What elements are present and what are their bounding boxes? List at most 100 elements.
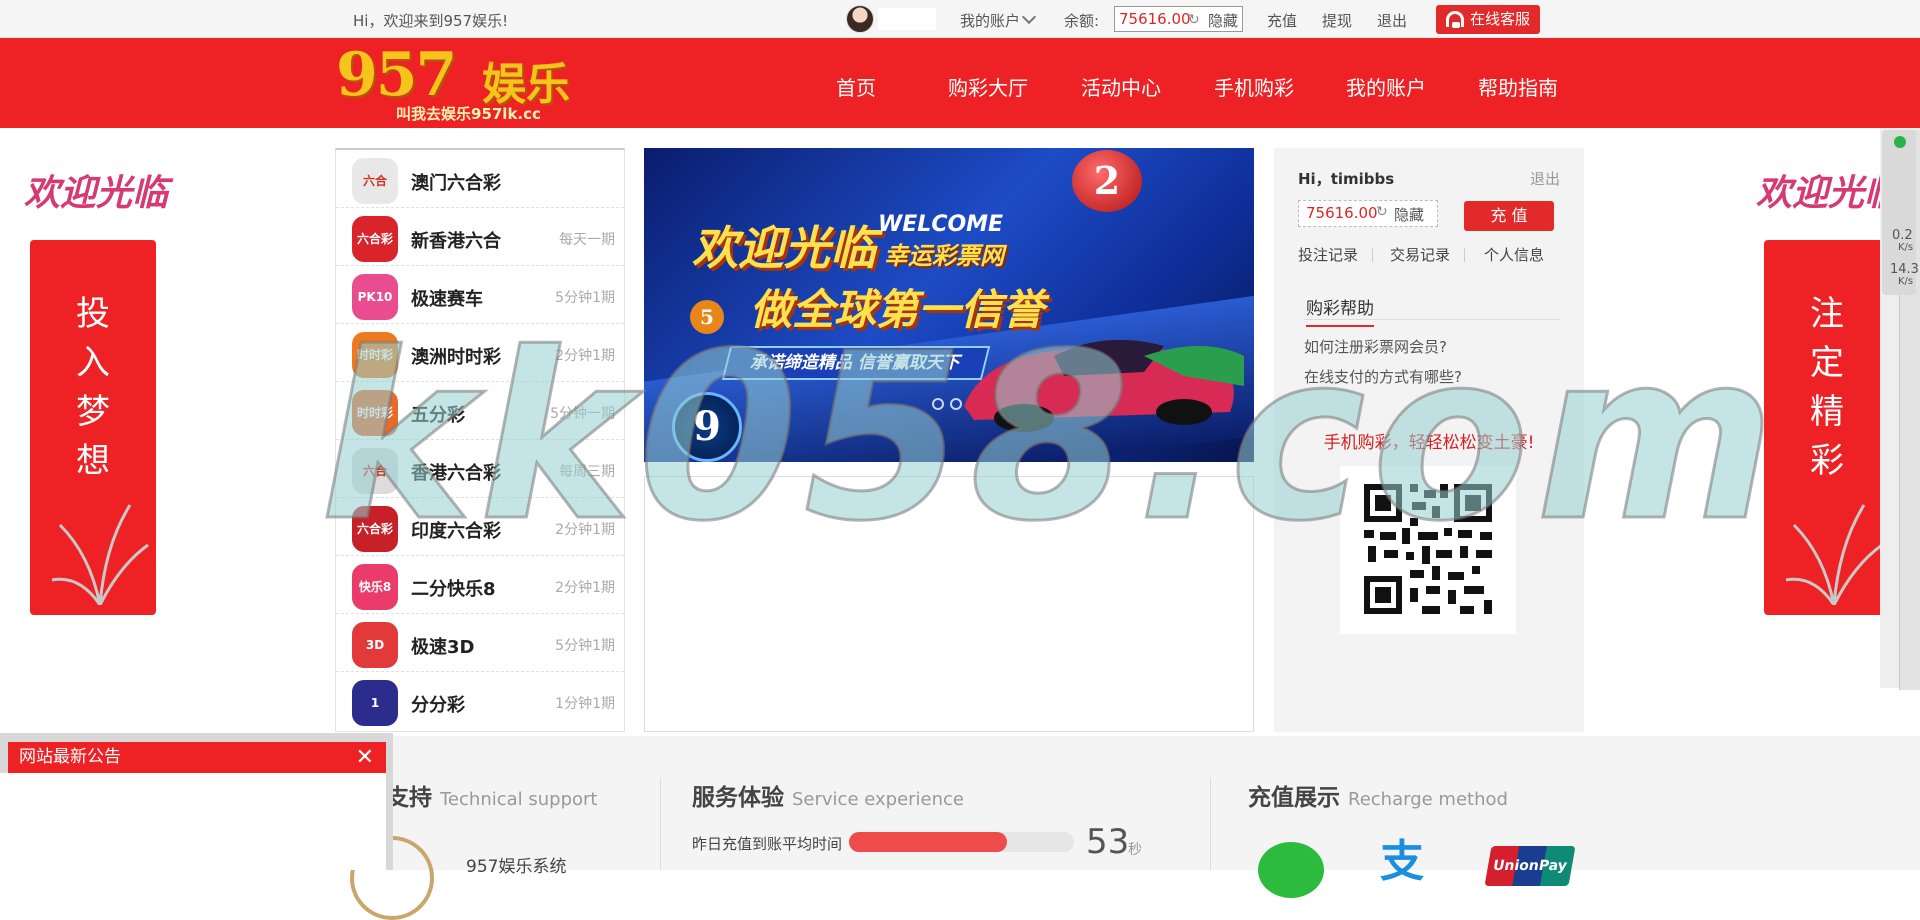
balance-value: 75616.00 (1119, 10, 1191, 28)
bet-records-link[interactable]: 投注记录 (1298, 244, 1358, 265)
lottery-list: 六合 澳门六合彩 六合彩 新香港六合 每天一期 PK10 极速赛车 5分钟1期 … (335, 148, 625, 732)
divider (1210, 778, 1211, 870)
orchid-decoration (1785, 504, 1883, 605)
left-char-4: 想 (76, 441, 110, 481)
lottery-name: 分分彩 (411, 695, 465, 716)
left-char-2: 入 (76, 343, 110, 383)
close-icon[interactable]: ✕ (356, 742, 374, 773)
online-service-button[interactable]: 在线客服 (1436, 5, 1540, 34)
help-title: 购彩帮助 (1306, 294, 1374, 327)
carousel-dot[interactable] (932, 398, 944, 410)
right-welcome-badge: 欢迎光临 (1756, 172, 1901, 214)
race-car-image (964, 339, 1244, 432)
recharge-title-en: Recharge method (1348, 789, 1508, 810)
lottery-name: 极速3D (411, 637, 475, 658)
lottery-name: 香港六合彩 (411, 463, 501, 484)
left-char-1: 投 (76, 294, 110, 334)
system-label: 957娱乐系统 (466, 857, 567, 877)
refresh-icon[interactable]: ↻ (1376, 204, 1388, 220)
lottery-icon: 六合 (352, 448, 398, 494)
right-side-banner[interactable]: 注 定 精 彩 (1764, 240, 1890, 615)
notice-body (0, 773, 386, 870)
lottery-frequency: 5分钟1期 (555, 290, 615, 306)
status-dot-icon (1894, 136, 1906, 148)
lottery-icon: 六合 (352, 158, 398, 204)
lottery-item[interactable]: 时时彩 澳洲时时彩 2分钟1期 (336, 324, 624, 382)
profile-link[interactable]: 个人信息 (1484, 244, 1544, 265)
logout-link[interactable]: 退出 (1377, 10, 1407, 31)
headset-icon (1446, 11, 1464, 28)
welcome-text: Hi，欢迎来到957娱乐! (353, 12, 509, 30)
nav-help-guide[interactable]: 帮助指南 (1478, 72, 1558, 101)
lottery-icon: 六合彩 (352, 506, 398, 552)
banner-title: 欢迎光临 (692, 221, 876, 275)
main-header: 957 娱乐 叫我去娱乐957lk.cc 首页 购彩大厅 活动中心 手机购彩 我… (0, 38, 1920, 128)
username-box (878, 8, 936, 30)
left-side-banner[interactable]: 投 入 梦 想 (30, 240, 156, 615)
recharge-time-bar-fill (849, 832, 1007, 852)
balance-label: 余额: (1064, 12, 1100, 30)
my-account-menu[interactable]: 我的账户 (960, 10, 1020, 31)
chevron-down-icon[interactable] (1021, 9, 1037, 25)
nav-home[interactable]: 首页 (836, 72, 876, 101)
lottery-item[interactable]: 六合 香港六合彩 每周三期 (336, 440, 624, 498)
logo-number: 957 (336, 40, 457, 110)
lottery-item[interactable]: 3D 极速3D 5分钟1期 (336, 614, 624, 672)
network-speed-widget: 0.2 K/s 14.3 K/s (1882, 130, 1919, 295)
speed-unit: K/s (1898, 242, 1914, 253)
withdraw-link[interactable]: 提现 (1322, 10, 1352, 31)
lottery-item[interactable]: 1 分分彩 1分钟1期 (336, 672, 624, 730)
refresh-icon[interactable]: ↻ (1188, 12, 1200, 28)
lottery-name: 极速赛车 (411, 289, 483, 310)
divider (660, 778, 661, 870)
lottery-item[interactable]: PK10 极速赛车 5分钟1期 (336, 266, 624, 324)
lottery-item[interactable]: 六合彩 印度六合彩 2分钟1期 (336, 498, 624, 556)
user-avatar[interactable] (846, 5, 874, 33)
lottery-item[interactable]: 六合 澳门六合彩 (336, 150, 624, 208)
nav-lottery-hall[interactable]: 购彩大厅 (948, 72, 1028, 101)
divider (1372, 248, 1373, 262)
lottery-frequency: 1分钟1期 (555, 696, 615, 712)
lottery-icon: 时时彩 (352, 332, 398, 378)
ball-icon: 5 (690, 300, 724, 334)
panel-hide-link[interactable]: 隐藏 (1394, 204, 1424, 225)
right-char-3: 精 (1810, 392, 1844, 432)
lottery-item[interactable]: 时时彩 五分彩 5分钟一期 (336, 382, 624, 440)
hide-balance-link[interactable]: 隐藏 (1208, 10, 1238, 31)
qr-code-image (1340, 466, 1516, 634)
alipay-icon[interactable]: 支 (1380, 840, 1430, 884)
right-char-1: 注 (1810, 294, 1844, 334)
lottery-frequency: 每周三期 (559, 464, 615, 480)
panel-logout-link[interactable]: 退出 (1530, 168, 1560, 189)
lottery-name: 新香港六合 (411, 231, 501, 252)
carousel-dot[interactable] (950, 398, 962, 410)
upload-speed: 0.2 (1892, 228, 1913, 243)
lottery-name: 二分快乐8 (411, 579, 496, 600)
lottery-name: 印度六合彩 (411, 521, 501, 542)
support-title-en: Technical support (440, 789, 598, 810)
right-char-4: 彩 (1810, 441, 1844, 481)
left-char-3: 梦 (76, 392, 110, 432)
panel-balance-value: 75616.00 (1306, 204, 1378, 222)
user-panel: Hi，timibbs 退出 75616.00 ↻ 隐藏 充 值 投注记录 交易记… (1274, 148, 1584, 732)
lottery-item[interactable]: 快乐8 二分快乐8 2分钟1期 (336, 556, 624, 614)
nav-activity-center[interactable]: 活动中心 (1081, 72, 1161, 101)
service-title: 服务体验 (692, 785, 784, 811)
qr-code (1340, 466, 1516, 634)
lottery-icon: 时时彩 (352, 390, 398, 436)
lottery-name: 澳洲时时彩 (411, 347, 501, 368)
unionpay-icon[interactable]: UnionPay (1484, 846, 1576, 886)
wechat-pay-icon[interactable] (1258, 842, 1324, 898)
transaction-records-link[interactable]: 交易记录 (1390, 244, 1450, 265)
help-question-link[interactable]: 在线支付的方式有哪些? (1304, 366, 1462, 387)
site-logo[interactable]: 957 娱乐 叫我去娱乐957lk.cc (336, 40, 596, 123)
lottery-frequency: 2分钟1期 (555, 522, 615, 538)
promo-banner[interactable]: 欢迎光临 WELCOME 幸运彩票网 做全球第一信誉 承诺缔造精品 信誉赢取天下… (644, 148, 1254, 462)
recharge-button[interactable]: 充 值 (1464, 201, 1554, 231)
recharge-link[interactable]: 充值 (1267, 10, 1297, 31)
nav-my-account[interactable]: 我的账户 (1346, 72, 1426, 101)
online-service-label: 在线客服 (1470, 10, 1531, 28)
nav-mobile-lottery[interactable]: 手机购彩 (1214, 72, 1294, 101)
help-question-link[interactable]: 如何注册彩票网会员? (1304, 336, 1447, 357)
lottery-item[interactable]: 六合彩 新香港六合 每天一期 (336, 208, 624, 266)
